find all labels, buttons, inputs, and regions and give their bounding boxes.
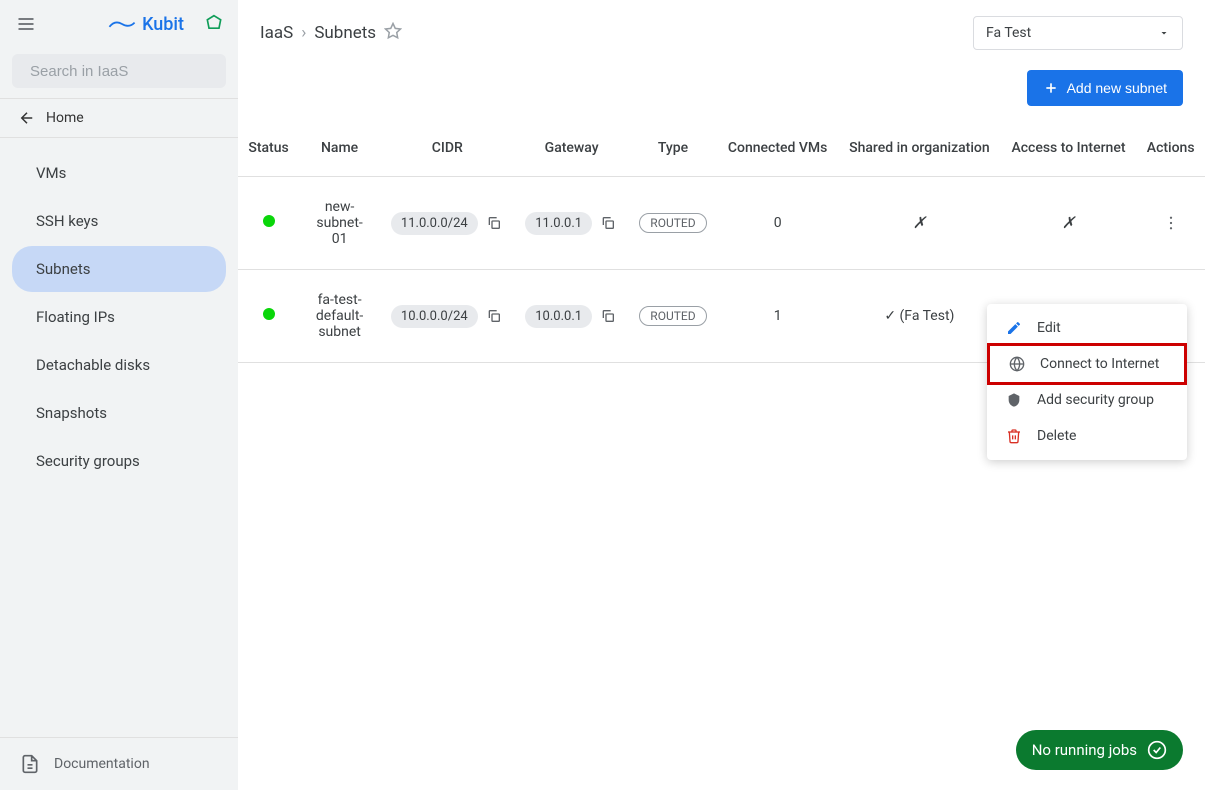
- copy-icon: [486, 215, 502, 231]
- search-input[interactable]: [30, 63, 229, 80]
- ctx-delete[interactable]: Delete: [987, 418, 1187, 454]
- documentation-link[interactable]: Documentation: [0, 737, 238, 790]
- row-type: ROUTED: [639, 213, 706, 233]
- globe-icon: [1008, 355, 1026, 373]
- row-shared: ✗: [913, 215, 926, 232]
- col-shared: Shared in organization: [838, 120, 1001, 177]
- row-shared: ✓ (Fa Test): [884, 308, 954, 324]
- logo[interactable]: Kubit: [108, 14, 184, 35]
- sidebar-item-label: Security groups: [36, 452, 140, 470]
- sidebar-item-label: SSH keys: [36, 212, 98, 230]
- breadcrumb-current: Subnets: [314, 23, 376, 43]
- row-access: ✗: [1062, 215, 1075, 232]
- trash-icon: [1005, 427, 1023, 445]
- more-vertical-icon: [1162, 214, 1180, 232]
- breadcrumb: IaaS › Subnets: [260, 22, 402, 45]
- row-context-menu: Edit Connect to Internet Add security gr…: [987, 304, 1187, 460]
- add-subnet-label: Add new subnet: [1067, 80, 1167, 96]
- ctx-edit-label: Edit: [1037, 320, 1061, 336]
- document-icon: [20, 754, 40, 774]
- arrow-left-icon: [18, 109, 36, 127]
- home-label: Home: [46, 110, 84, 126]
- col-gateway: Gateway: [515, 120, 629, 177]
- copy-icon: [600, 308, 616, 324]
- search-box[interactable]: [12, 54, 226, 88]
- copy-icon: [600, 215, 616, 231]
- check-circle-icon: [1147, 740, 1167, 760]
- col-access: Access to Internet: [1001, 120, 1137, 177]
- sidebar-item-label: VMs: [36, 164, 66, 182]
- col-status: Status: [238, 120, 299, 177]
- logo-wave-icon: [108, 16, 136, 32]
- jobs-status-pill[interactable]: No running jobs: [1016, 730, 1183, 770]
- sidebar-item-label: Detachable disks: [36, 356, 150, 374]
- row-gateway: 11.0.0.1: [525, 212, 592, 235]
- menu-toggle-button[interactable]: [14, 12, 38, 36]
- ctx-add-security-group[interactable]: Add security group: [987, 382, 1187, 418]
- sidebar-item-label: Snapshots: [36, 404, 107, 422]
- ctx-connect-internet[interactable]: Connect to Internet: [987, 343, 1187, 385]
- ctx-security-label: Add security group: [1037, 392, 1154, 408]
- row-cidr: 11.0.0.0/24: [391, 212, 478, 235]
- copy-cidr-button[interactable]: [484, 213, 504, 233]
- sidebar-item-floating-ips[interactable]: Floating IPs: [12, 294, 226, 340]
- logo-text: Kubit: [142, 14, 184, 35]
- sidebar-item-security-groups[interactable]: Security groups: [12, 438, 226, 484]
- sidebar-item-snapshots[interactable]: Snapshots: [12, 390, 226, 436]
- sidebar-item-subnets[interactable]: Subnets: [12, 246, 226, 292]
- secondary-logo-icon: [204, 14, 224, 34]
- copy-gateway-button[interactable]: [598, 306, 618, 326]
- copy-gateway-button[interactable]: [598, 213, 618, 233]
- favorite-star-icon[interactable]: [384, 22, 402, 45]
- ctx-delete-label: Delete: [1037, 428, 1076, 444]
- row-cidr: 10.0.0.0/24: [391, 305, 478, 328]
- col-name: Name: [299, 120, 380, 177]
- col-actions: Actions: [1136, 120, 1205, 177]
- home-link[interactable]: Home: [0, 98, 238, 138]
- row-connected: 1: [774, 308, 782, 324]
- sidebar-item-label: Subnets: [36, 260, 91, 278]
- row-type: ROUTED: [639, 306, 706, 326]
- project-selector[interactable]: Fa Test: [973, 16, 1183, 50]
- plus-icon: [1043, 80, 1059, 96]
- sidebar-item-ssh-keys[interactable]: SSH keys: [12, 198, 226, 244]
- sidebar-item-label: Floating IPs: [36, 308, 115, 326]
- col-connected: Connected VMs: [717, 120, 838, 177]
- copy-cidr-button[interactable]: [484, 306, 504, 326]
- row-name: fa-test-default-subnet: [316, 292, 363, 340]
- ctx-edit[interactable]: Edit: [987, 310, 1187, 346]
- ctx-connect-label: Connect to Internet: [1040, 356, 1159, 372]
- dropdown-icon: [1158, 27, 1170, 39]
- row-actions-button[interactable]: [1159, 211, 1183, 235]
- breadcrumb-parent[interactable]: IaaS: [260, 23, 293, 43]
- row-name: new-subnet-01: [316, 199, 362, 247]
- edit-icon: [1005, 319, 1023, 337]
- shield-icon: [1005, 391, 1023, 409]
- add-subnet-button[interactable]: Add new subnet: [1027, 70, 1183, 106]
- copy-icon: [486, 308, 502, 324]
- col-cidr: CIDR: [380, 120, 514, 177]
- row-connected: 0: [774, 215, 782, 231]
- chevron-right-icon: ›: [301, 23, 306, 43]
- col-type: Type: [629, 120, 717, 177]
- status-indicator: [263, 215, 275, 227]
- jobs-label: No running jobs: [1032, 741, 1137, 759]
- sidebar-item-vms[interactable]: VMs: [12, 150, 226, 196]
- status-indicator: [263, 308, 275, 320]
- row-gateway: 10.0.0.1: [525, 305, 592, 328]
- table-row: new-subnet-01 11.0.0.0/24 11.0.: [238, 177, 1205, 270]
- project-selected-label: Fa Test: [986, 25, 1031, 41]
- sidebar-item-detachable-disks[interactable]: Detachable disks: [12, 342, 226, 388]
- documentation-label: Documentation: [54, 756, 150, 772]
